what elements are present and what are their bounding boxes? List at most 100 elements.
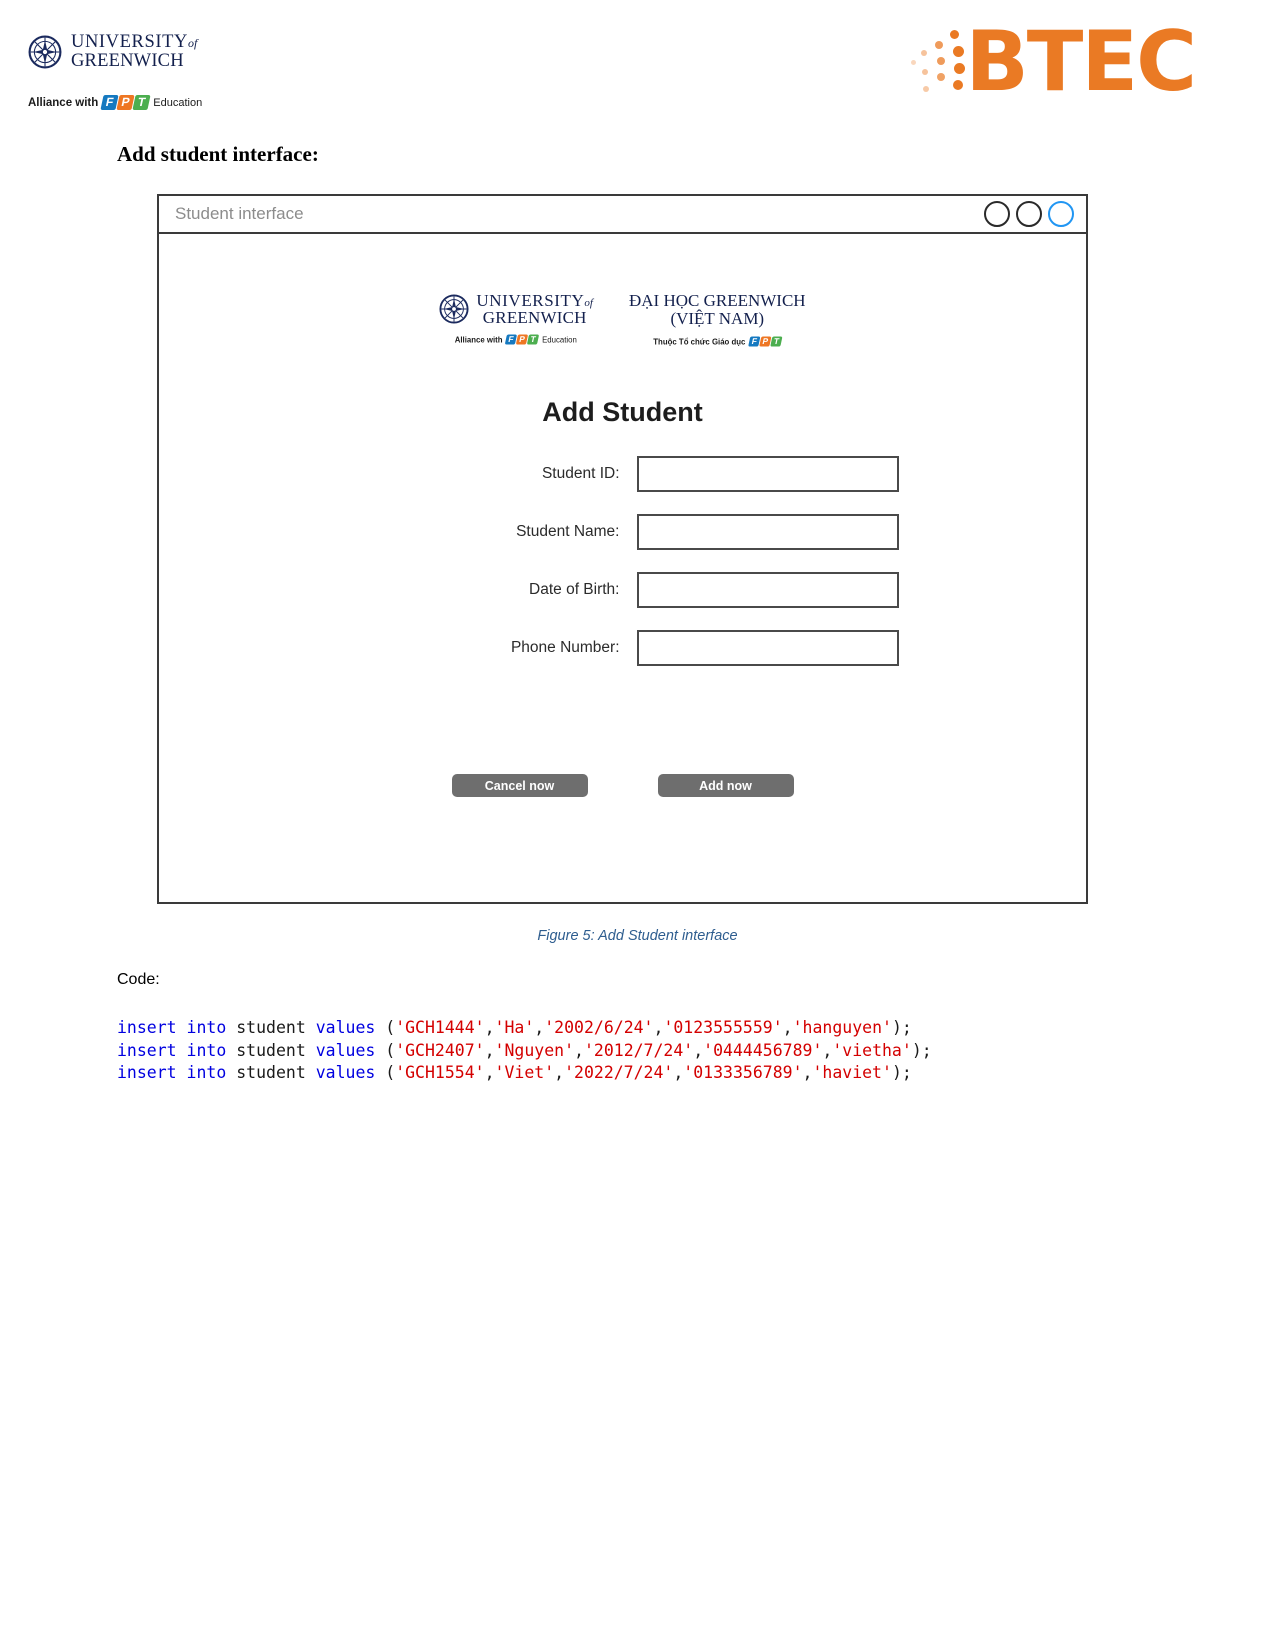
sql-comma: ,	[822, 1040, 833, 1060]
branding-vietnamese: ĐẠI HỌC GREENWICH (VIỆT NAM) Thuộc Tổ ch…	[628, 291, 806, 347]
alliance-with-fpt-education-tagline-inner: Alliance with F P T Education	[446, 334, 587, 345]
sql-paren: (	[375, 1063, 396, 1082]
sql-string-literal: 'haviet'	[812, 1063, 892, 1082]
sql-string-literal: 'hanguyen'	[792, 1018, 892, 1037]
compass-rose-icon	[439, 294, 469, 324]
close-button-icon[interactable]	[1048, 201, 1074, 227]
sql-comma: ,	[534, 1018, 545, 1037]
vn-tagline-prefix: Thuộc Tổ chức Giáo dục	[653, 336, 746, 346]
sql-keyword: insert	[117, 1040, 177, 1060]
sql-string-literal: '0133356789'	[683, 1063, 803, 1082]
sql-string-literal: 'GCH1554'	[395, 1063, 485, 1082]
form-row-student-name: Student Name:	[159, 514, 1086, 550]
university-of-greenwich-logo: UNIVERSITYof GREENWICH	[28, 33, 197, 71]
alliance-prefix: Alliance with	[28, 96, 99, 109]
form-title: Add Student	[542, 397, 703, 427]
add-now-button[interactable]: Add now	[657, 774, 794, 797]
student-id-input[interactable]	[636, 456, 899, 492]
sql-comma: ,	[802, 1063, 813, 1082]
sql-string-literal: 'GCH2407'	[395, 1040, 485, 1060]
sql-comma: ,	[673, 1063, 684, 1082]
compass-rose-icon	[28, 35, 62, 69]
sql-string-literal: 'GCH1444'	[395, 1018, 485, 1037]
alliance-suffix: Education	[153, 96, 203, 109]
sql-string-literal: '0444456789'	[703, 1040, 823, 1060]
sql-comma: ,	[653, 1018, 664, 1037]
fpt-logo: F P T	[748, 336, 783, 347]
branding-english: UNIVERSITYof GREENWICH Alliance with F P…	[439, 292, 593, 347]
sql-string-literal: '2002/6/24'	[544, 1018, 654, 1037]
university-of-word: of	[188, 36, 198, 50]
student-name-label: Student Name:	[516, 523, 620, 540]
alliance-suffix: Education	[542, 334, 578, 344]
fpt-tile-t: T	[770, 336, 783, 347]
sql-keyword: values	[315, 1040, 376, 1060]
sql-keyword: values	[315, 1063, 376, 1082]
phone-number-input[interactable]	[636, 630, 899, 666]
sql-comma: ,	[554, 1063, 565, 1082]
sql-string-literal: 'Nguyen'	[494, 1040, 575, 1060]
sql-table-name: student	[226, 1018, 316, 1037]
code-label: Code:	[117, 971, 160, 988]
alliance-with-fpt-education-tagline: Alliance with F P T Education	[28, 95, 202, 110]
window-titlebar: Student interface	[159, 196, 1086, 234]
window-title: Student interface	[175, 204, 304, 223]
sql-keyword: into	[186, 1018, 227, 1037]
figure-caption: Figure 5: Add Student interface	[537, 928, 738, 944]
sql-space	[177, 1041, 187, 1060]
window-content: UNIVERSITYof GREENWICH Alliance with F P…	[159, 234, 1086, 902]
fpt-logo: F P T	[100, 95, 151, 110]
sql-keyword: insert	[117, 1063, 177, 1082]
university-wordmark: UNIVERSITYof GREENWICH	[71, 33, 197, 71]
university-line2: GREENWICH	[71, 50, 184, 71]
sql-comma: ,	[574, 1040, 584, 1060]
university-line2: GREENWICH	[482, 308, 587, 328]
sql-comma: ,	[693, 1040, 704, 1060]
fpt-tile-t: T	[132, 95, 151, 110]
sql-statement-end: );	[911, 1040, 932, 1060]
page-header-banner: UNIVERSITYof GREENWICH Alliance with F P…	[0, 0, 1275, 130]
sql-code-line: insert into student values ('GCH1444','H…	[117, 1017, 932, 1040]
sql-comma: ,	[484, 1063, 495, 1082]
sql-paren: (	[375, 1040, 396, 1060]
university-line1: UNIVERSITY	[476, 291, 585, 310]
date-of-birth-label: Date of Birth:	[529, 581, 620, 598]
btec-logo: BTEC	[910, 13, 1197, 110]
alliance-prefix: Alliance with	[455, 334, 503, 344]
greenwich-vietnam-branding: UNIVERSITYof GREENWICH Alliance with F P…	[159, 291, 1086, 347]
phone-number-label: Phone Number:	[510, 639, 620, 656]
sql-string-literal: '2022/7/24'	[564, 1063, 674, 1082]
sql-string-literal: 'Ha'	[494, 1018, 535, 1037]
section-heading: Add student interface:	[117, 142, 319, 166]
date-of-birth-input[interactable]	[636, 572, 899, 608]
form-row-date-of-birth: Date of Birth:	[159, 572, 1086, 608]
student-name-input[interactable]	[636, 514, 899, 550]
sql-code-block: insert into student values ('GCH1444','H…	[117, 1017, 932, 1085]
add-student-form: Student ID: Student Name: Date of Birth:…	[159, 456, 1086, 688]
vn-university-line1: ĐẠI HỌC GREENWICH	[628, 291, 806, 310]
sql-statement-end: );	[891, 1063, 912, 1082]
fpt-logo: F P T	[505, 334, 540, 345]
sql-space	[177, 1063, 187, 1082]
sql-keyword: into	[186, 1063, 227, 1082]
form-actions: Cancel now Add now	[159, 774, 1086, 797]
btec-wordmark: BTEC	[965, 13, 1197, 110]
sql-code-line: insert into student values ('GCH1554','V…	[117, 1062, 932, 1085]
sql-keyword: into	[186, 1040, 227, 1060]
university-line1: UNIVERSITY	[71, 32, 188, 52]
sql-keyword: insert	[117, 1018, 177, 1037]
sql-statement-end: );	[891, 1018, 912, 1037]
sql-comma: ,	[484, 1018, 495, 1037]
cancel-now-button[interactable]: Cancel now	[451, 774, 588, 797]
sql-comma: ,	[782, 1018, 793, 1037]
university-of-word: of	[584, 297, 593, 309]
form-row-phone-number: Phone Number:	[159, 630, 1086, 666]
maximize-button-icon[interactable]	[1016, 201, 1042, 227]
student-id-label: Student ID:	[541, 465, 620, 482]
vn-university-line2: (VIỆT NAM)	[670, 309, 765, 329]
sql-string-literal: 'vietha'	[832, 1040, 912, 1060]
fpt-tile-t: T	[527, 334, 540, 345]
sql-string-literal: 'Viet'	[494, 1063, 555, 1082]
sql-string-literal: '2012/7/24'	[583, 1040, 694, 1060]
minimize-button-icon[interactable]	[984, 201, 1010, 227]
